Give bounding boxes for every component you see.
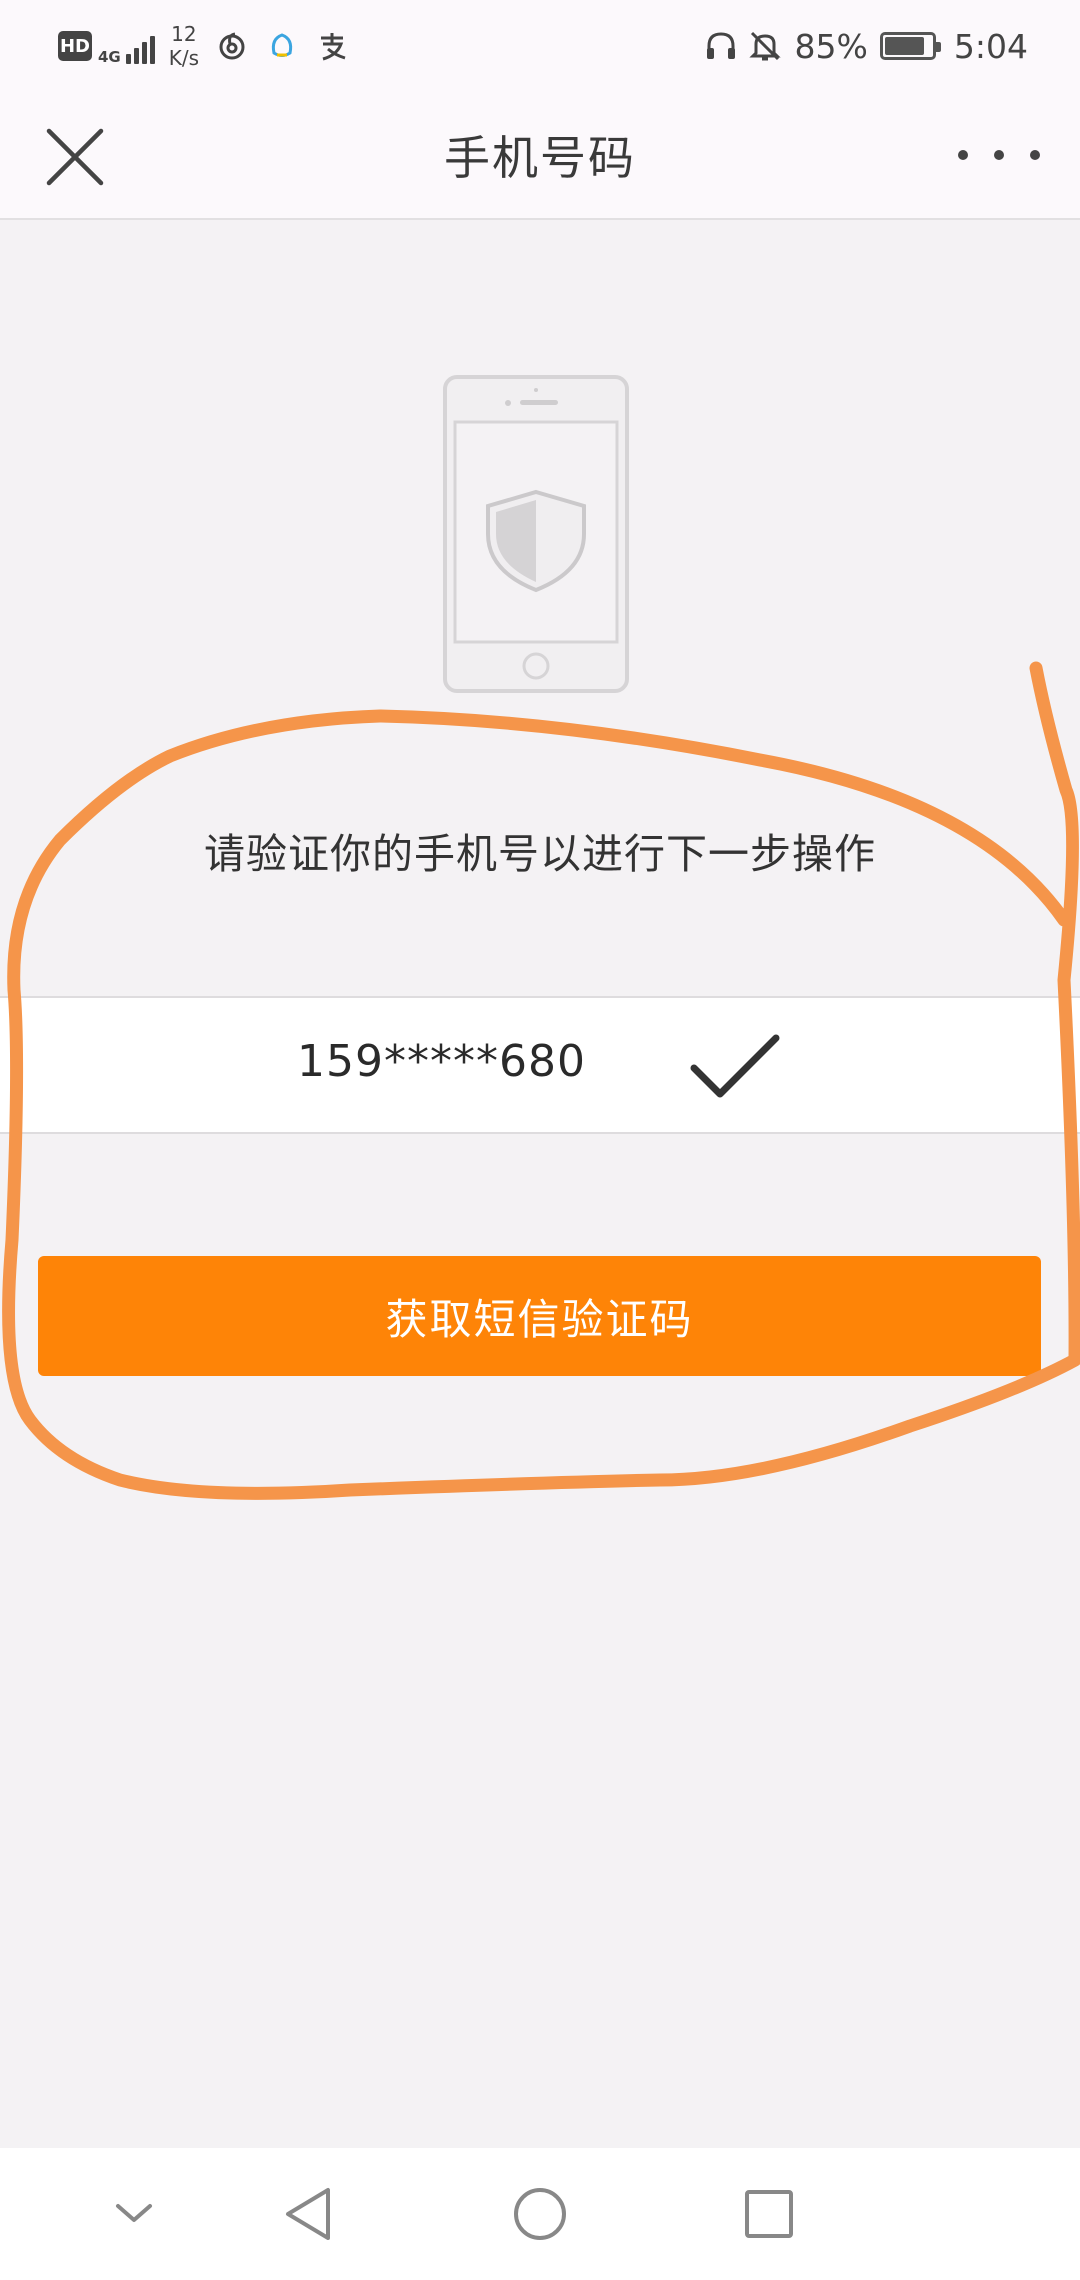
more-icon [958,150,968,160]
phone-number: 159*****680 [297,1036,586,1087]
checkmark-icon [690,1034,780,1098]
battery-icon [879,32,941,60]
status-bar: HD 4G 12 K/s 85% 5:04 [0,0,1080,92]
home-icon [514,2188,566,2240]
signal-bar [133,48,139,64]
back-icon [286,2188,330,2240]
signal-bar [125,54,131,64]
cellular-signal-icon: 4G [98,28,155,66]
phone-shield-icon [443,375,629,693]
verify-prompt: 请验证你的手机号以进行下一步操作 [204,830,876,878]
hd-badge: HD [58,31,92,61]
headphones-icon [706,32,735,59]
back-button[interactable] [280,2184,340,2244]
network-speed-unit: K/s [168,46,200,70]
alipay-icon [321,33,346,61]
recents-icon [745,2190,793,2238]
clock: 5:04 [953,26,1028,66]
qq-icon [271,33,293,57]
collapse-button[interactable] [104,2184,164,2244]
network-type-label: 4G [98,48,121,66]
signal-bar [149,36,155,64]
phone-number-row[interactable]: 159*****680 [0,996,1080,1134]
collapse-icon [116,2204,152,2222]
title-bar: 手机号码 [0,92,1080,220]
more-icon [994,150,1004,160]
more-icon [1030,150,1040,160]
status-bar-right: 85% 5:04 [703,18,1028,74]
page-title: 手机号码 [444,131,636,185]
battery-percent: 85% [794,26,868,66]
get-sms-code-button[interactable]: 获取短信验证码 [38,1256,1041,1376]
network-speed: 12 K/s [169,22,199,70]
home-button[interactable] [510,2184,570,2244]
network-speed-value: 12 [171,22,197,46]
silent-bell-icon [748,31,781,61]
battery-level [884,37,924,55]
netease-music-icon [219,32,245,60]
recents-button[interactable] [739,2184,799,2244]
signal-bar [141,42,147,64]
more-button[interactable] [958,140,1040,170]
status-bar-left: HD 4G 12 K/s [58,18,349,74]
navigation-bar [0,2148,1080,2280]
